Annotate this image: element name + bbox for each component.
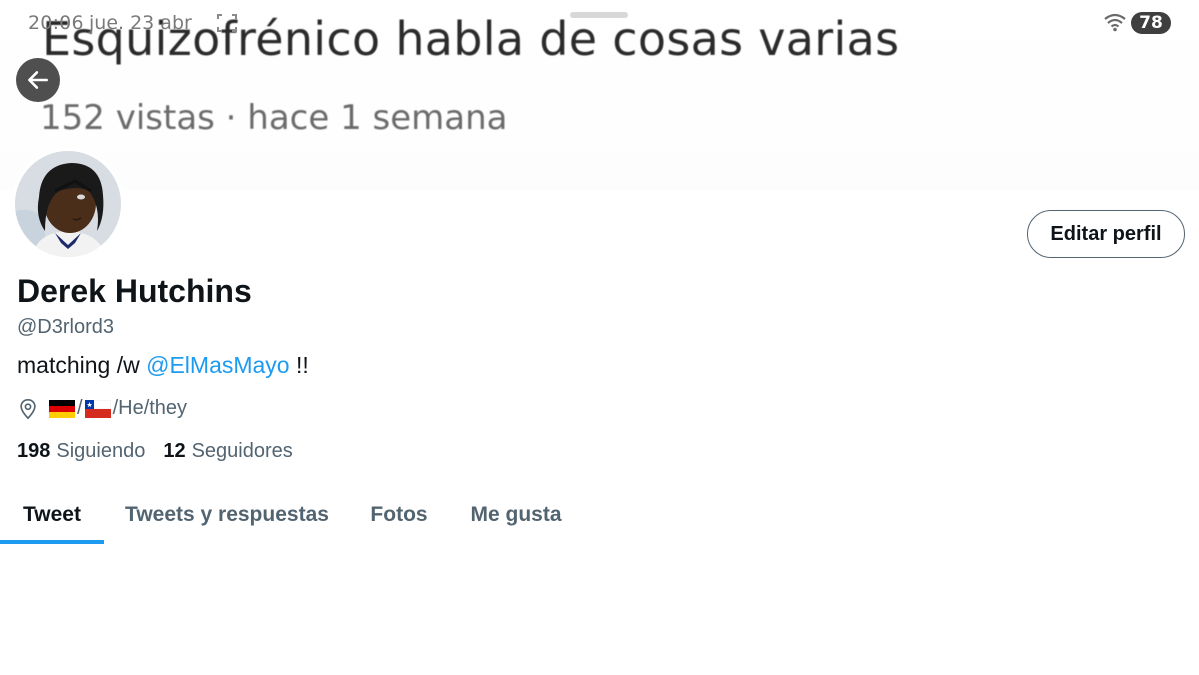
following-label: Siguiendo: [56, 440, 146, 462]
back-button[interactable]: [16, 58, 60, 102]
followers-link[interactable]: 12 Seguidores: [163, 440, 292, 463]
avatar-image: [15, 151, 121, 257]
chile-flag-icon: [84, 399, 111, 418]
location-text: He/they: [118, 397, 188, 419]
battery-level: 78: [1139, 13, 1163, 33]
user-handle: @D3rlord3: [17, 316, 115, 338]
active-tab-indicator: [0, 540, 104, 544]
wifi-icon: [1104, 13, 1126, 32]
edit-profile-button[interactable]: Editar perfil: [1027, 210, 1185, 258]
bio: matching /w @ElMasMayo !!: [17, 352, 309, 379]
tab-tweets[interactable]: Tweet: [0, 486, 104, 544]
status-notch: [570, 12, 628, 18]
display-name: Derek Hutchins: [17, 273, 252, 309]
followers-label: Seguidores: [191, 440, 293, 462]
avatar[interactable]: [12, 148, 124, 260]
status-date: jue. 23 abr: [89, 12, 192, 34]
follow-stats: 198 Siguiendo 12 Seguidores: [17, 440, 293, 463]
banner-subtitle: 152 vistas · hace 1 semana: [40, 98, 508, 138]
location-separator: /: [77, 397, 83, 419]
arrow-left-icon: [28, 71, 48, 89]
status-time: 20:06: [28, 12, 84, 34]
tab-likes[interactable]: Me gusta: [456, 486, 576, 544]
germany-flag-icon: [49, 399, 75, 418]
following-link[interactable]: 198 Siguiendo: [17, 440, 145, 463]
location-pin-icon: [20, 398, 36, 419]
battery-indicator: 78: [1131, 12, 1171, 34]
screenshot-icon: [217, 14, 237, 32]
tab-photos[interactable]: Fotos: [356, 486, 442, 544]
tab-tweets-and-replies[interactable]: Tweets y respuestas: [112, 486, 342, 544]
location: / / He/they: [17, 397, 187, 420]
followers-count: 12: [163, 440, 186, 462]
following-count: 198: [17, 440, 51, 462]
bio-text-suffix: !!: [289, 352, 309, 378]
bio-mention-link[interactable]: @ElMasMayo: [146, 352, 290, 378]
profile-tabs: Tweet Tweets y respuestas Fotos Me gusta: [0, 486, 1199, 544]
bio-text-prefix: matching /w: [17, 352, 147, 378]
